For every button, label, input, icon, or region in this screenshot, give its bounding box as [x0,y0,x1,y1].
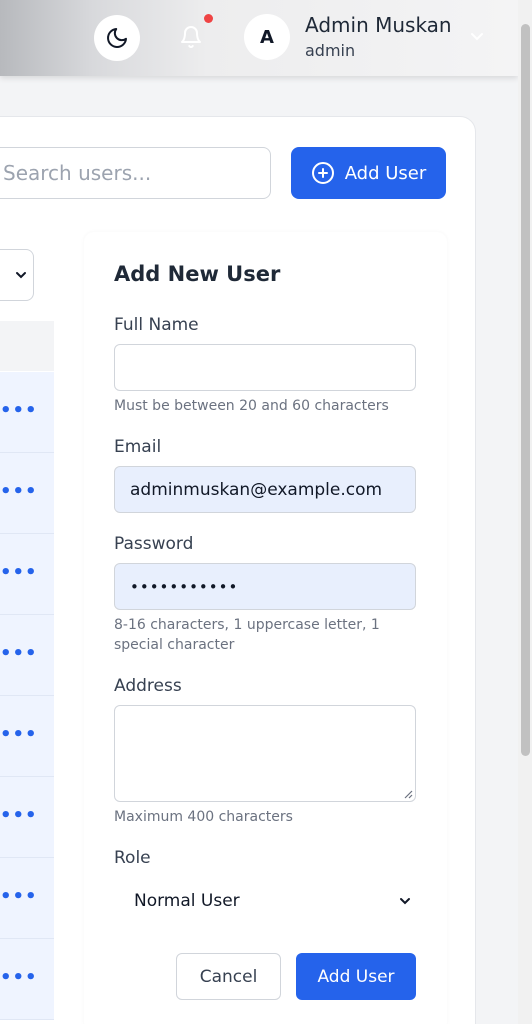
email-field[interactable]: adminmuskan@example.com [114,466,416,513]
cancel-button[interactable]: Cancel [176,953,281,1000]
table-row: ••• [0,858,54,939]
row-actions-button[interactable]: ••• [0,888,38,906]
table-row: ••• [0,696,54,777]
row-actions-button[interactable]: ••• [0,807,38,825]
top-header: A Admin Muskan admin [0,0,518,76]
avatar[interactable]: A [244,14,290,60]
theme-toggle-button[interactable] [94,15,140,61]
password-label: Password [114,534,194,554]
chevron-down-icon[interactable] [468,29,486,43]
notification-badge [204,14,213,23]
role-select[interactable]: Normal User [114,880,416,922]
row-actions-button[interactable]: ••• [0,483,38,501]
table-row: ••• [0,453,54,534]
row-actions-button[interactable]: ••• [0,645,38,663]
moon-icon [107,28,127,48]
table-row: ••• [0,939,54,1020]
table-row: ••• [0,615,54,696]
row-actions-button[interactable]: ••• [0,726,38,744]
password-hint: 8-16 characters, 1 uppercase letter, 1 s… [114,617,380,653]
notifications-button[interactable] [176,22,206,52]
plus-circle-icon [311,162,334,184]
submit-add-user-button[interactable]: Add User [296,953,416,1000]
email-label: Email [114,437,162,457]
bell-icon [181,26,201,48]
filter-select[interactable] [0,249,34,301]
chevron-down-icon [400,898,410,905]
address-textarea[interactable] [114,705,416,802]
address-label: Address [114,676,182,696]
role-select-value: Normal User [134,891,240,911]
table-row: ••• [0,777,54,858]
search-input[interactable]: Search users... [0,147,271,199]
scrollbar-thumb[interactable] [521,24,530,756]
table-row: ••• [0,534,54,615]
user-name[interactable]: Admin Muskan [305,13,452,37]
chevron-down-icon [16,272,26,279]
add-user-button-label: Add User [344,162,427,184]
full-name-label: Full Name [114,315,199,335]
full-name-input[interactable] [114,344,416,391]
table-row: ••• [0,372,54,453]
full-name-hint: Must be between 20 and 60 characters [114,398,389,414]
add-user-button[interactable]: Add User [291,147,446,199]
address-hint: Maximum 400 characters [114,809,293,825]
password-field[interactable]: ••••••••••• [114,563,416,610]
user-role: admin [305,41,356,60]
resize-handle-icon[interactable] [403,789,413,799]
row-actions-button[interactable]: ••• [0,402,38,420]
row-actions-button[interactable]: ••• [0,564,38,582]
form-title: Add New User [114,262,281,286]
role-label: Role [114,848,151,868]
row-actions-button[interactable]: ••• [0,969,38,987]
table-header [0,321,54,371]
